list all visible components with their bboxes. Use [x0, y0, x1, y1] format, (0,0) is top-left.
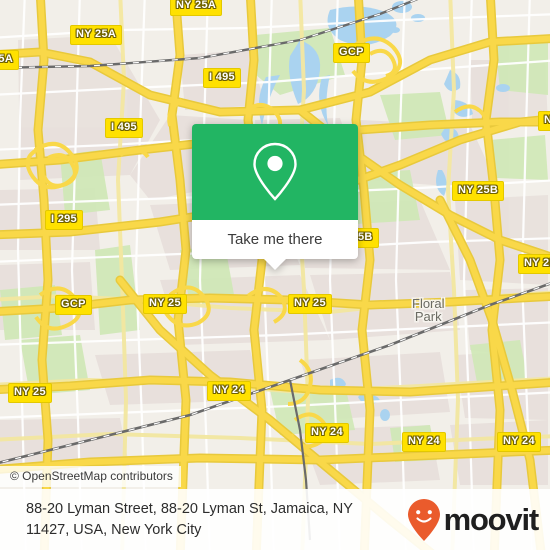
road-shield: GCP	[333, 43, 370, 63]
location-callout[interactable]: Take me there	[192, 124, 358, 270]
callout-tail	[264, 259, 286, 270]
road-shield: 25A	[0, 50, 20, 70]
address-text: 88-20 Lyman Street, 88-20 Lyman St, Jama…	[26, 499, 353, 541]
road-shield: NY 24	[305, 423, 349, 443]
road-shield: I 295	[45, 210, 83, 230]
moovit-wordmark: moovit	[443, 502, 540, 537]
road-shield: I 495	[203, 68, 241, 88]
callout-action-bar[interactable]: Take me there	[192, 220, 358, 270]
address-line-1: 88-20 Lyman Street, 88-20 Lyman St, Jama…	[26, 500, 353, 517]
take-me-there-label: Take me there	[227, 231, 323, 248]
moovit-logo[interactable]: moovit	[407, 498, 540, 542]
road-shield: NY 24	[497, 432, 541, 452]
road-shield: NY 25	[8, 383, 52, 403]
road-shield: N	[538, 111, 550, 131]
address-line-2: 11427, USA, New York City	[26, 521, 202, 538]
callout-image-panel	[192, 124, 358, 220]
road-shield: NY 25A	[170, 0, 223, 16]
road-shield: NY 25A	[70, 25, 123, 45]
map-pin-icon	[253, 142, 297, 201]
road-shield: NY 25	[143, 294, 187, 314]
footer-bar: 88-20 Lyman Street, 88-20 Lyman St, Jama…	[0, 489, 550, 550]
road-shield: NY 25	[518, 254, 550, 274]
road-shield: NY 24	[207, 381, 251, 401]
map-attribution[interactable]: © OpenStreetMap contributors	[0, 466, 181, 487]
road-shield: NY 24	[402, 432, 446, 452]
road-shield: GCP	[55, 295, 92, 315]
road-shield: NY 25B	[452, 181, 505, 201]
map-page: NY 25A NY 25A 25A GCP I 495 I 495 N NY 2…	[0, 0, 550, 550]
road-shield: I 495	[105, 118, 143, 138]
road-shield: NY 25	[288, 294, 332, 314]
moovit-pin-smile-icon	[407, 498, 440, 541]
